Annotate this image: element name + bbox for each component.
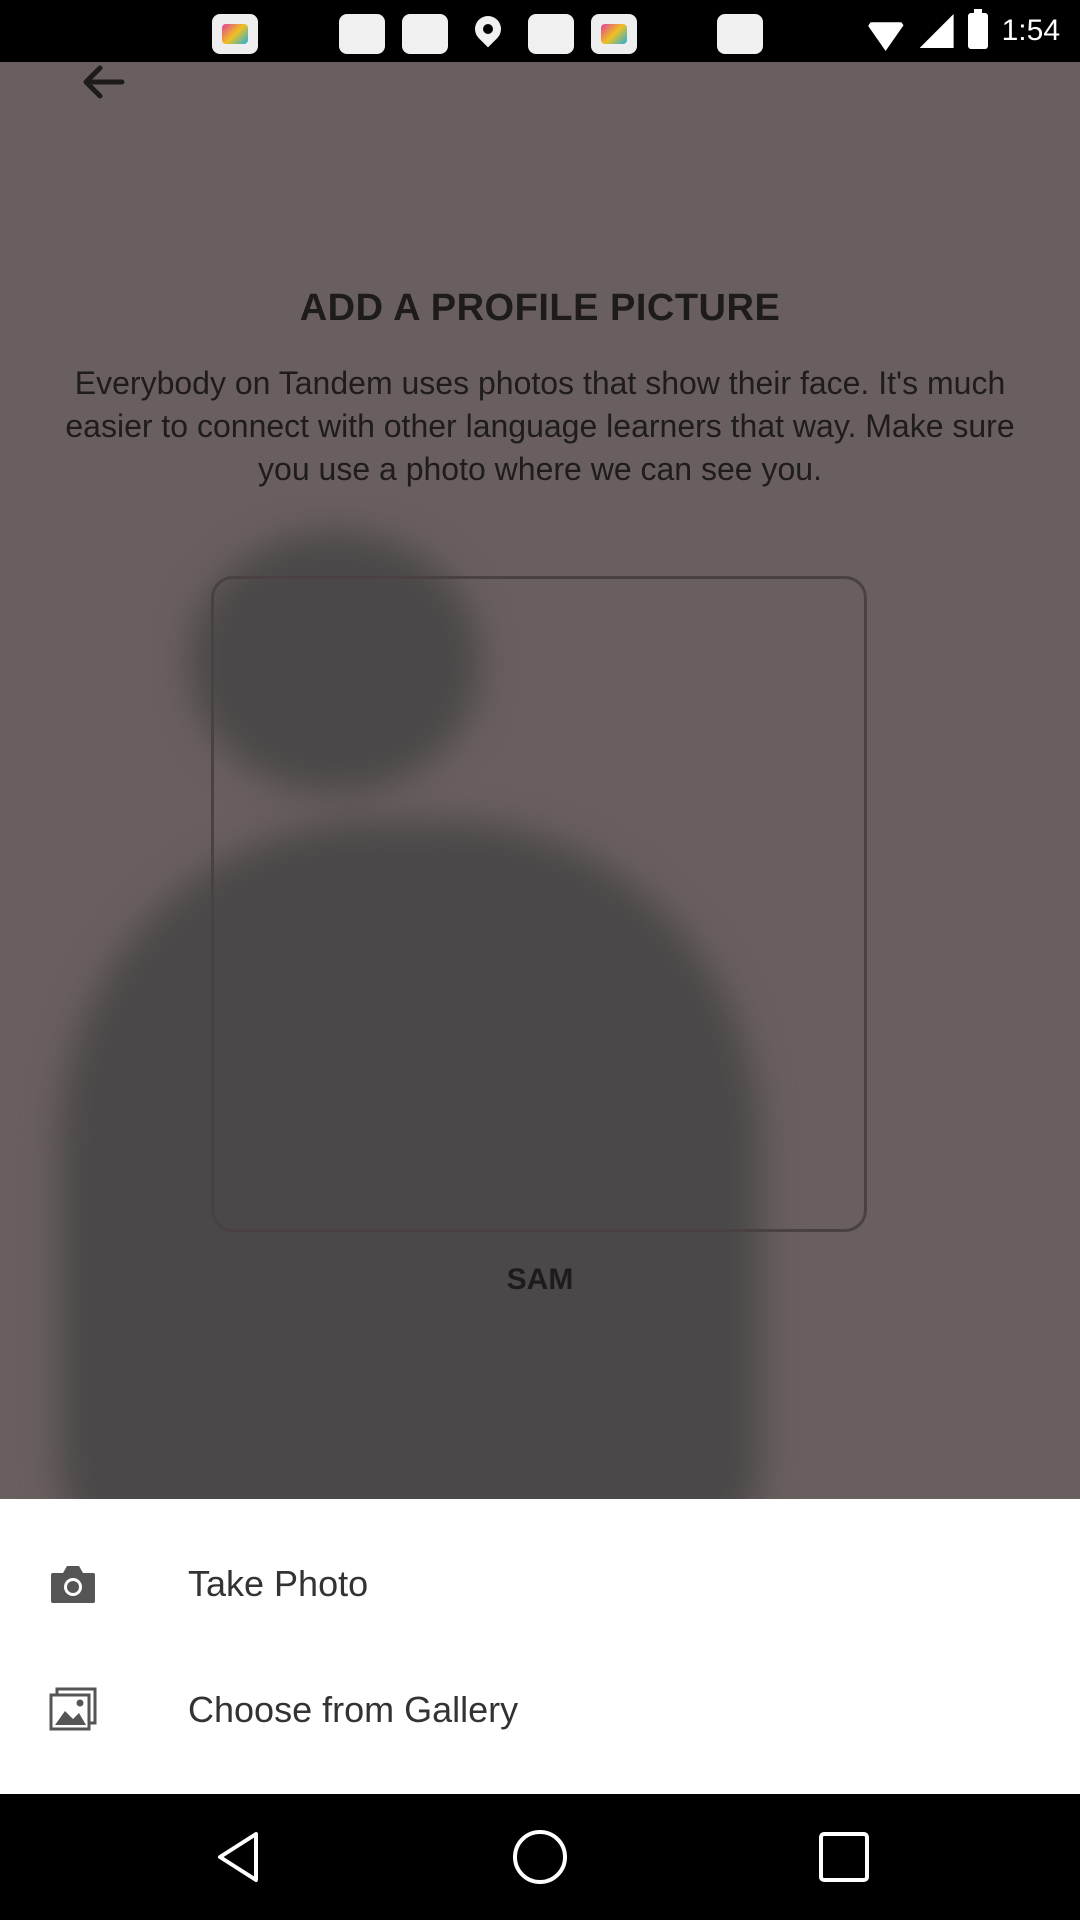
profile-picture-screen: ADD A PROFILE PICTURE Everybody on Tande… <box>0 62 1080 1499</box>
page-title: ADD A PROFILE PICTURE <box>299 287 781 329</box>
wifi-icon <box>866 15 906 47</box>
photo-frame[interactable] <box>211 576 867 1232</box>
take-photo-label: Take Photo <box>188 1562 369 1604</box>
back-arrow-icon[interactable] <box>78 62 128 102</box>
pop-notification-icon <box>591 14 637 54</box>
gallery-notification-icon <box>339 14 385 54</box>
navigation-bar <box>0 1794 1080 1920</box>
choose-from-gallery-label: Choose from Gallery <box>188 1688 519 1730</box>
take-photo-option[interactable]: Take Photo <box>0 1521 1080 1646</box>
photo-source-sheet: Take Photo Choose from Gallery <box>0 1499 1080 1794</box>
gallery-notification-icon <box>528 14 574 54</box>
status-bar: 1:54 <box>0 0 1080 62</box>
pop-notification-icon <box>212 14 258 54</box>
location-icon <box>465 10 511 54</box>
camera-icon <box>49 1561 97 1607</box>
gallery-notification-icon <box>402 14 448 54</box>
battery-icon <box>967 9 988 49</box>
page-description: Everybody on Tandem uses photos that sho… <box>65 365 1015 487</box>
recents-square-icon[interactable] <box>815 1828 873 1886</box>
user-name: SAM <box>506 1263 574 1296</box>
gallery-icon <box>49 1687 97 1733</box>
gallery-notification-icon <box>717 14 763 54</box>
status-time: 1:54 <box>1001 14 1060 47</box>
choose-from-gallery-option[interactable]: Choose from Gallery <box>0 1647 1080 1772</box>
home-circle-icon[interactable] <box>511 1828 569 1886</box>
back-triangle-icon[interactable] <box>210 1828 268 1886</box>
signal-icon <box>919 14 954 48</box>
